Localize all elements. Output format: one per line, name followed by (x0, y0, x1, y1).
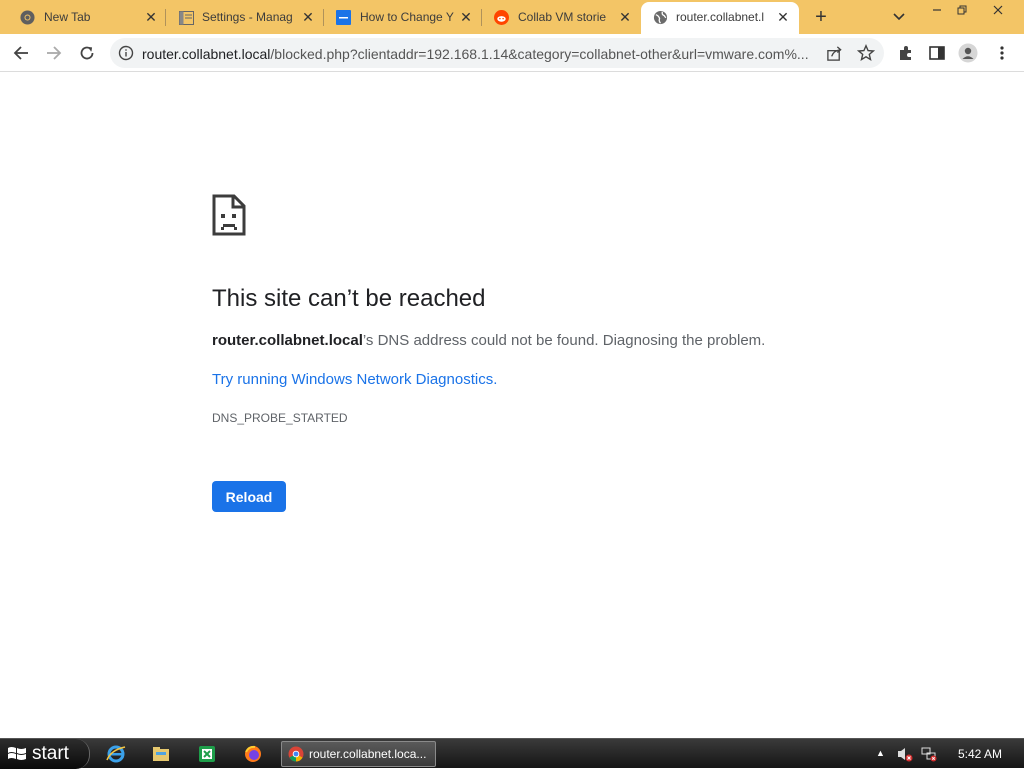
minimize-button[interactable] (929, 4, 945, 18)
close-icon[interactable]: ✕ (458, 9, 474, 25)
tray-expand-icon[interactable]: ▲ (876, 748, 886, 758)
taskbar-window-chrome[interactable]: router.collabnet.loca... (281, 741, 436, 767)
taskbar-window-title: router.collabnet.loca... (309, 747, 427, 761)
reddit-icon (494, 10, 509, 25)
error-description: router.collabnet.local’s DNS address cou… (212, 331, 765, 351)
reload-icon[interactable] (77, 43, 97, 63)
excel-icon[interactable] (197, 744, 217, 764)
url-text[interactable]: router.collabnet.local/blocked.php?clien… (142, 46, 822, 62)
tab-router-active[interactable]: router.collabnet.l ✕ (641, 2, 799, 34)
tab-search-chevron-icon[interactable] (890, 9, 908, 25)
taskbar: start router.collabnet.loca... ▲ 5:42 AM (0, 738, 1024, 769)
address-bar[interactable]: router.collabnet.local/blocked.php?clien… (110, 38, 884, 68)
side-panel-icon[interactable] (927, 43, 947, 63)
new-tab-button[interactable]: + (812, 7, 830, 27)
internet-explorer-icon[interactable] (106, 744, 126, 764)
settings-page-icon (179, 10, 194, 25)
back-button[interactable] (11, 43, 31, 63)
error-page: This site can’t be reached router.collab… (0, 72, 1024, 738)
error-title: This site can’t be reached (212, 285, 486, 312)
profile-avatar-icon[interactable] (958, 43, 978, 63)
menu-kebab-icon[interactable] (992, 43, 1012, 63)
windows-flag-icon (6, 744, 28, 764)
tab-title: New Tab (44, 10, 91, 24)
extensions-puzzle-icon[interactable] (896, 43, 916, 63)
reload-button[interactable]: Reload (212, 481, 286, 512)
close-icon[interactable]: ✕ (143, 9, 159, 25)
chrome-icon (20, 10, 35, 25)
browser-toolbar: router.collabnet.local/blocked.php?clien… (0, 34, 1024, 72)
tab-how-to-change[interactable]: How to Change Y ✕ (324, 0, 482, 34)
start-button[interactable]: start (0, 739, 90, 769)
tab-collab-vm[interactable]: Collab VM storie ✕ (482, 0, 640, 34)
tab-settings[interactable]: Settings - Manag ✕ (166, 0, 324, 34)
tab-strip: New Tab ✕ Settings - Manag ✕ How to Chan… (0, 0, 1024, 34)
clock[interactable]: 5:42 AM (958, 747, 1002, 761)
bookmark-star-icon[interactable] (856, 43, 876, 63)
tab-title: Collab VM storie (518, 10, 607, 24)
url-host: router.collabnet.local (142, 46, 271, 62)
error-desc-text: ’s DNS address could not be found. Diagn… (362, 332, 766, 349)
tab-title: How to Change Y (360, 10, 454, 24)
url-path: /blocked.php?clientaddr=192.168.1.14&cat… (270, 46, 809, 62)
network-icon[interactable] (921, 746, 937, 762)
error-host: router.collabnet.local (212, 332, 363, 349)
file-explorer-icon[interactable] (151, 744, 171, 764)
firefox-icon[interactable] (243, 744, 263, 764)
tab-title: router.collabnet.l (676, 10, 765, 24)
start-label: start (32, 743, 69, 764)
tab-title: Settings - Manag (202, 10, 293, 24)
info-icon[interactable] (118, 45, 134, 61)
chrome-icon (288, 746, 304, 762)
blue-page-icon (336, 10, 351, 25)
close-icon[interactable]: ✕ (300, 9, 316, 25)
share-icon[interactable] (824, 43, 844, 63)
close-icon[interactable]: ✕ (775, 9, 791, 25)
close-icon[interactable]: ✕ (617, 9, 633, 25)
volume-muted-icon[interactable] (897, 746, 913, 762)
close-window-button[interactable] (990, 4, 1006, 18)
forward-button[interactable] (44, 43, 64, 63)
network-diagnostics-link[interactable]: Try running Windows Network Diagnostics. (212, 370, 497, 390)
error-code: DNS_PROBE_STARTED (212, 411, 348, 425)
restore-button[interactable] (954, 4, 970, 18)
tab-new-tab[interactable]: New Tab ✕ (0, 0, 166, 34)
sad-page-icon (212, 194, 246, 236)
globe-icon (653, 10, 668, 25)
